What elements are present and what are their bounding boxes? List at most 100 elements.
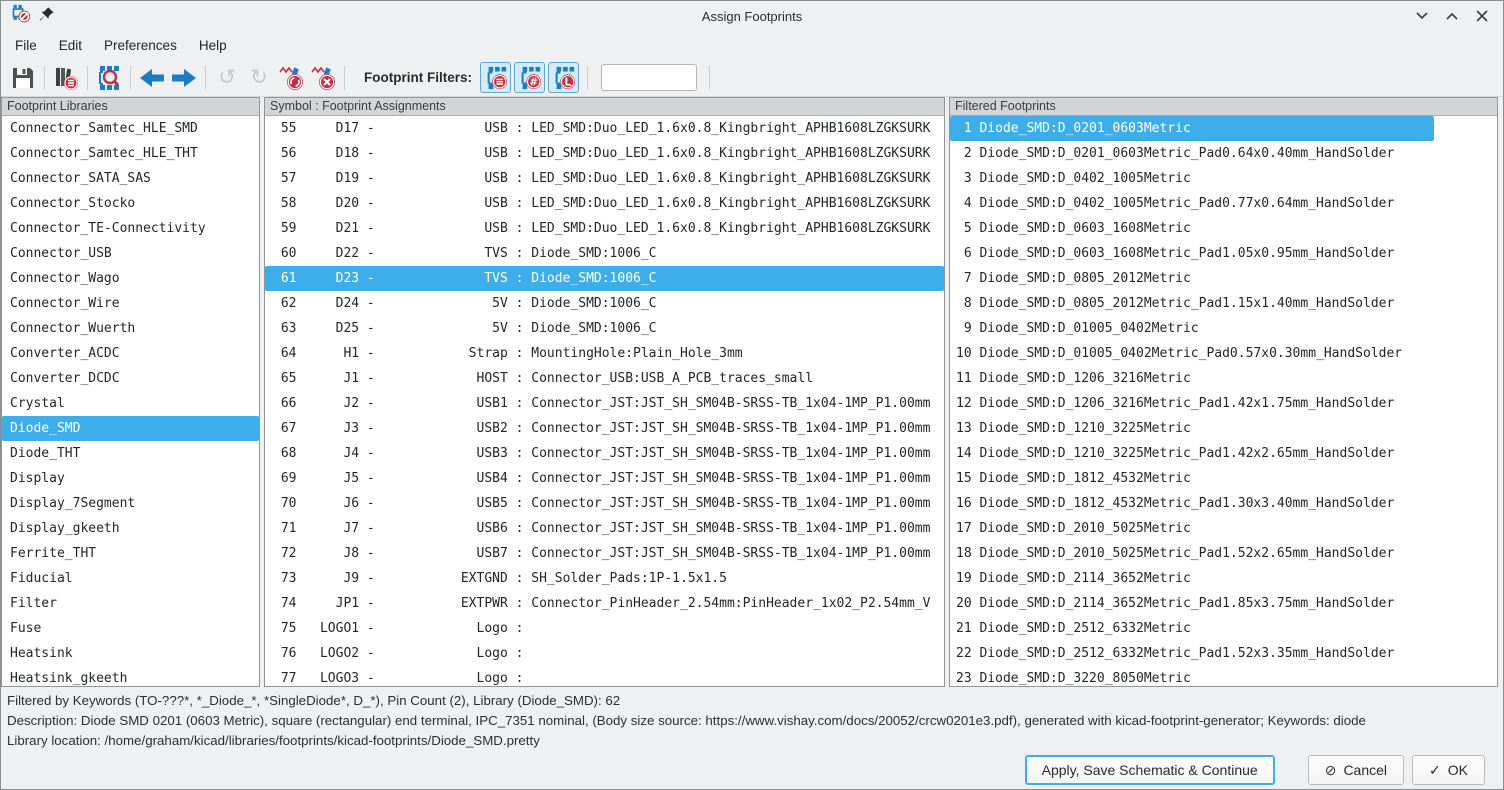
filter-by-library-toggle[interactable]: L (548, 62, 579, 93)
assignment-row[interactable]: 76 LOGO2 - Logo : (265, 641, 944, 666)
assignment-row[interactable]: 59 D21 - USB : LED_SMD:Duo_LED_1.6x0.8_K… (265, 216, 944, 241)
filtered-footprint-row[interactable]: 22 Diode_SMD:D_2512_6332Metric_Pad1.52x3… (950, 641, 1497, 666)
library-item[interactable]: Connector_Wuerth (2, 316, 259, 341)
library-item[interactable]: Ferrite_THT (2, 541, 259, 566)
save-button[interactable] (7, 62, 39, 94)
library-item[interactable]: Converter_DCDC (2, 366, 259, 391)
library-item[interactable]: Display_gkeeth (2, 516, 259, 541)
assignment-row[interactable]: 55 D17 - USB : LED_SMD:Duo_LED_1.6x0.8_K… (265, 116, 944, 141)
menu-help[interactable]: Help (189, 34, 237, 57)
delete-association-button[interactable] (275, 62, 307, 94)
filtered-footprint-row[interactable]: 11 Diode_SMD:D_1206_3216Metric (950, 366, 1497, 391)
filtered-footprint-row[interactable]: 13 Diode_SMD:D_1210_3225Metric (950, 416, 1497, 441)
redo-icon: ↻ (250, 67, 268, 88)
assignment-row[interactable]: 58 D20 - USB : LED_SMD:Duo_LED_1.6x0.8_K… (265, 191, 944, 216)
assignment-row[interactable]: 57 D19 - USB : LED_SMD:Duo_LED_1.6x0.8_K… (265, 166, 944, 191)
filtered-footprint-row[interactable]: 5 Diode_SMD:D_0603_1608Metric (950, 216, 1497, 241)
redo-button[interactable]: ↻ (243, 62, 275, 94)
filtered-footprint-row[interactable]: 7 Diode_SMD:D_0805_2012Metric (950, 266, 1497, 291)
menu-edit[interactable]: Edit (49, 34, 92, 57)
library-item[interactable]: Connector_SATA_SAS (2, 166, 259, 191)
filter-by-pin-count-toggle[interactable]: # (514, 62, 545, 93)
filtered-footprint-row[interactable]: 2 Diode_SMD:D_0201_0603Metric_Pad0.64x0.… (950, 141, 1497, 166)
library-item[interactable]: Converter_ACDC (2, 341, 259, 366)
assignment-row[interactable]: 62 D24 - 5V : Diode_SMD:1006_C (265, 291, 944, 316)
assignment-list[interactable]: 55 D17 - USB : LED_SMD:Duo_LED_1.6x0.8_K… (265, 116, 944, 686)
assignment-row[interactable]: 72 J8 - USB7 : Connector_JST:JST_SH_SM04… (265, 541, 944, 566)
library-item[interactable]: Connector_TE-Connectivity (2, 216, 259, 241)
back-arrow-icon (138, 66, 166, 90)
library-item[interactable]: Connector_Stocko (2, 191, 259, 216)
assignment-row[interactable]: 68 J4 - USB3 : Connector_JST:JST_SH_SM04… (265, 441, 944, 466)
filtered-footprint-row[interactable]: 4 Diode_SMD:D_0402_1005Metric_Pad0.77x0.… (950, 191, 1497, 216)
library-item[interactable]: Connector_Wire (2, 291, 259, 316)
assignment-row[interactable]: 61 D23 - TVS : Diode_SMD:1006_C (265, 266, 944, 291)
library-item[interactable]: Connector_Samtec_HLE_THT (2, 141, 259, 166)
ok-button[interactable]: ✓ OK (1412, 755, 1485, 785)
library-item[interactable]: Crystal (2, 391, 259, 416)
library-item[interactable]: Fiducial (2, 566, 259, 591)
assignment-row[interactable]: 70 J6 - USB5 : Connector_JST:JST_SH_SM04… (265, 491, 944, 516)
assignment-row[interactable]: 74 JP1 - EXTPWR : Connector_PinHeader_2.… (265, 591, 944, 616)
library-item[interactable]: Heatsink (2, 641, 259, 666)
titlebar: Assign Footprints (1, 1, 1503, 31)
library-table-button[interactable] (50, 62, 82, 94)
filter-by-keyword-toggle[interactable] (480, 62, 511, 93)
filtered-footprint-row[interactable]: 18 Diode_SMD:D_2010_5025Metric_Pad1.52x2… (950, 541, 1497, 566)
filtered-footprint-row[interactable]: 10 Diode_SMD:D_01005_0402Metric_Pad0.57x… (950, 341, 1497, 366)
delete-all-associations-button[interactable] (307, 62, 339, 94)
library-item[interactable]: Connector_Samtec_HLE_SMD (2, 116, 259, 141)
assignment-row[interactable]: 65 J1 - HOST : Connector_USB:USB_A_PCB_t… (265, 366, 944, 391)
filtered-footprint-row[interactable]: 8 Diode_SMD:D_0805_2012Metric_Pad1.15x1.… (950, 291, 1497, 316)
filtered-footprint-row[interactable]: 16 Diode_SMD:D_1812_4532Metric_Pad1.30x3… (950, 491, 1497, 516)
filtered-footprint-row[interactable]: 3 Diode_SMD:D_0402_1005Metric (950, 166, 1497, 191)
filtered-footprint-row[interactable]: 6 Diode_SMD:D_0603_1608Metric_Pad1.05x0.… (950, 241, 1497, 266)
minimize-icon[interactable] (1413, 7, 1431, 25)
assignment-row[interactable]: 67 J3 - USB2 : Connector_JST:JST_SH_SM04… (265, 416, 944, 441)
assignment-row[interactable]: 71 J7 - USB6 : Connector_JST:JST_SH_SM04… (265, 516, 944, 541)
filtered-footprint-row[interactable]: 1 Diode_SMD:D_0201_0603Metric (950, 116, 1434, 141)
assignment-row[interactable]: 63 D25 - 5V : Diode_SMD:1006_C (265, 316, 944, 341)
filtered-footprint-row[interactable]: 9 Diode_SMD:D_01005_0402Metric (950, 316, 1497, 341)
apply-button-label: Apply, Save Schematic & Continue (1042, 762, 1258, 778)
filtered-footprint-row[interactable]: 21 Diode_SMD:D_2512_6332Metric (950, 616, 1497, 641)
filtered-footprint-row[interactable]: 23 Diode_SMD:D_3220_8050Metric (950, 666, 1497, 686)
assignment-row[interactable]: 60 D22 - TVS : Diode_SMD:1006_C (265, 241, 944, 266)
assignment-row[interactable]: 64 H1 - Strap : MountingHole:Plain_Hole_… (265, 341, 944, 366)
filtered-footprint-row[interactable]: 12 Diode_SMD:D_1206_3216Metric_Pad1.42x1… (950, 391, 1497, 416)
library-item[interactable]: Heatsink_gkeeth (2, 666, 259, 686)
maximize-icon[interactable] (1443, 7, 1461, 25)
apply-save-continue-button[interactable]: Apply, Save Schematic & Continue (1025, 755, 1275, 785)
filtered-footprint-row[interactable]: 15 Diode_SMD:D_1812_4532Metric (950, 466, 1497, 491)
assignment-row[interactable]: 69 J5 - USB4 : Connector_JST:JST_SH_SM04… (265, 466, 944, 491)
cancel-button[interactable]: ⊘ Cancel (1308, 755, 1404, 785)
filtered-footprint-row[interactable]: 19 Diode_SMD:D_2114_3652Metric (950, 566, 1497, 591)
library-item[interactable]: Display (2, 466, 259, 491)
menu-preferences[interactable]: Preferences (94, 34, 187, 57)
library-list[interactable]: Connector_Samtec_HLE_SMDConnector_Samtec… (2, 116, 259, 686)
close-icon[interactable] (1473, 7, 1491, 25)
filtered-footprint-list[interactable]: 1 Diode_SMD:D_0201_0603Metric 2 Diode_SM… (950, 116, 1497, 686)
library-item[interactable]: Connector_Wago (2, 266, 259, 291)
view-footprint-button[interactable] (93, 62, 125, 94)
library-item[interactable]: Diode_SMD (2, 416, 259, 441)
previous-button[interactable] (136, 62, 168, 94)
filter-by-library-icon: L (552, 66, 576, 90)
library-item[interactable]: Filter (2, 591, 259, 616)
assignment-row[interactable]: 75 LOGO1 - Logo : (265, 616, 944, 641)
library-item[interactable]: Display_7Segment (2, 491, 259, 516)
menu-file[interactable]: File (5, 34, 47, 57)
filtered-footprint-row[interactable]: 14 Diode_SMD:D_1210_3225Metric_Pad1.42x2… (950, 441, 1497, 466)
filtered-footprint-row[interactable]: 20 Diode_SMD:D_2114_3652Metric_Pad1.85x3… (950, 591, 1497, 616)
assignment-row[interactable]: 73 J9 - EXTGND : SH_Solder_Pads:1P-1.5x1… (265, 566, 944, 591)
assignment-row[interactable]: 56 D18 - USB : LED_SMD:Duo_LED_1.6x0.8_K… (265, 141, 944, 166)
undo-button[interactable]: ↺ (211, 62, 243, 94)
next-button[interactable] (168, 62, 200, 94)
library-item[interactable]: Fuse (2, 616, 259, 641)
assignment-row[interactable]: 77 LOGO3 - Logo : (265, 666, 944, 686)
library-item[interactable]: Connector_USB (2, 241, 259, 266)
library-item[interactable]: Diode_THT (2, 441, 259, 466)
filtered-footprint-row[interactable]: 17 Diode_SMD:D_2010_5025Metric (950, 516, 1497, 541)
assignment-row[interactable]: 66 J2 - USB1 : Connector_JST:JST_SH_SM04… (265, 391, 944, 416)
filter-search-input[interactable] (601, 64, 697, 91)
